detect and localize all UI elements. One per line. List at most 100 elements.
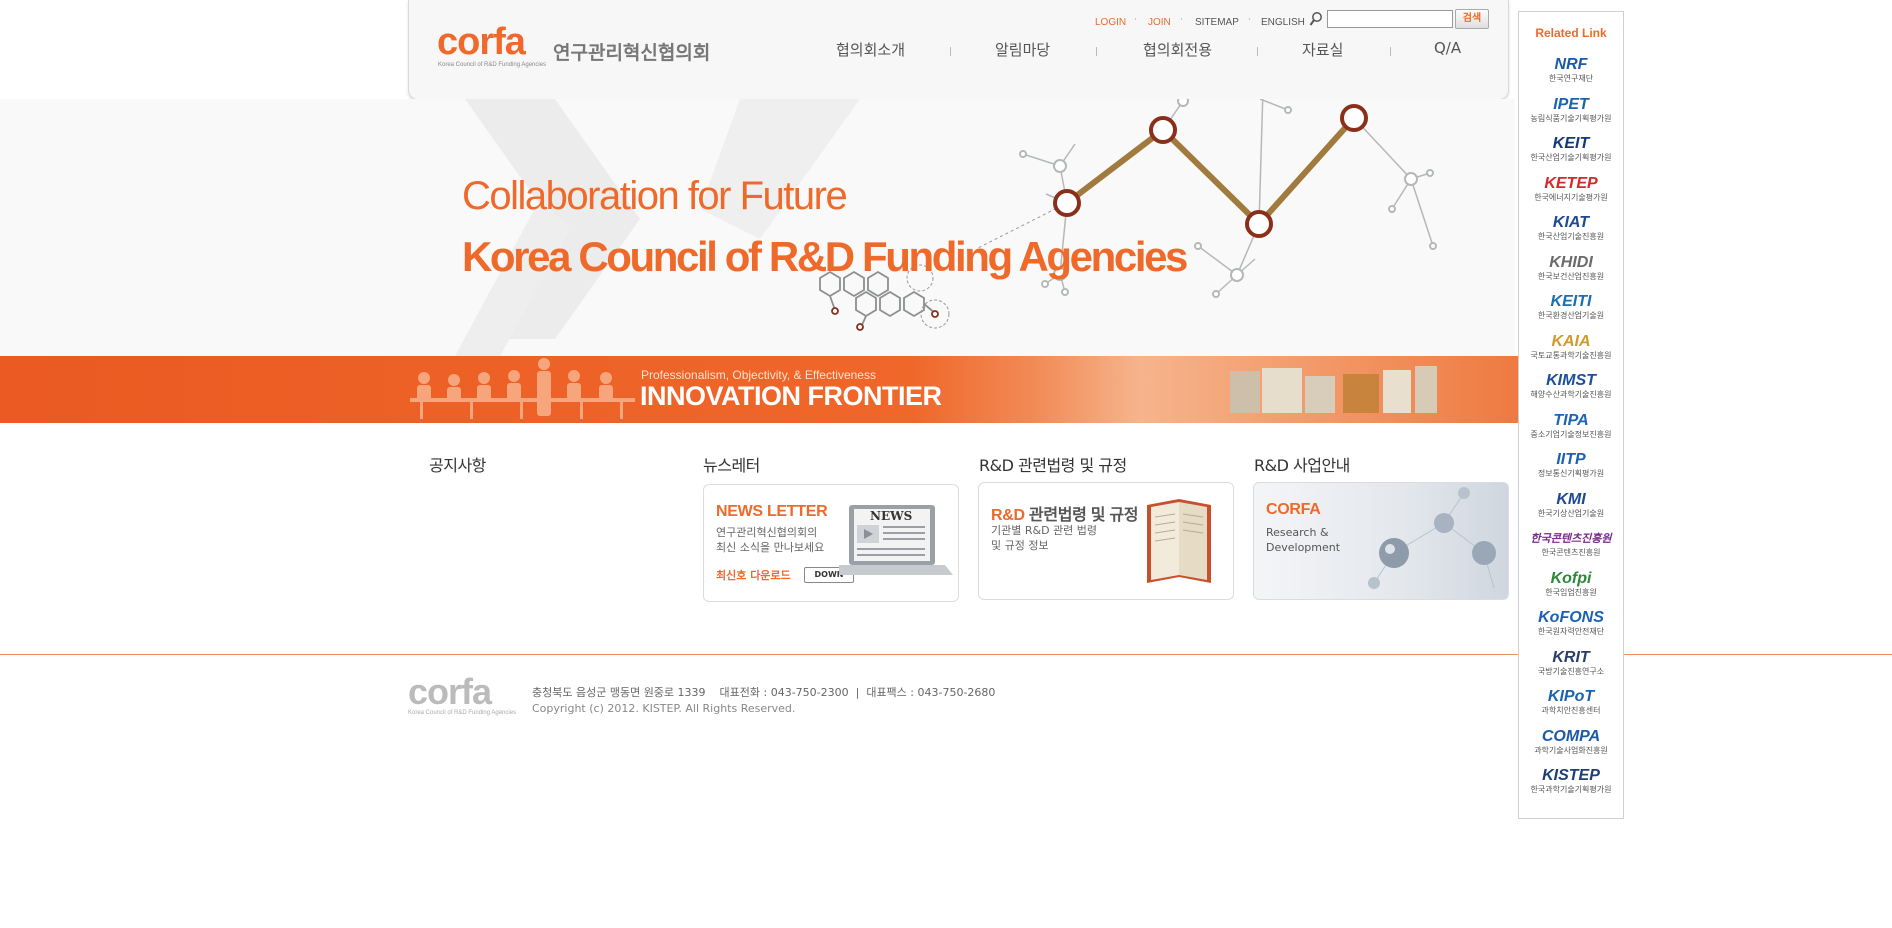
footer-logo: corfa Korea Council of R&D Funding Agenc… (408, 671, 516, 717)
nav-separator (1390, 47, 1391, 56)
hero-banner: Collaboration for Future Korea Council o… (0, 99, 1515, 356)
related-link-8[interactable]: KAIA 국토교통과학기술진흥원 (1519, 333, 1623, 361)
regulations-card-title: R&D 관련법령 및 규정 (991, 501, 1138, 525)
related-link-name: 한국환경산업기술원 (1537, 311, 1605, 320)
related-link-name: 농림식품기술기획평가원 (1530, 113, 1612, 123)
site-logo[interactable]: corfa Korea Council of R&D Funding Agenc… (437, 21, 546, 68)
section-title-newsletter[interactable]: 뉴스레터 (703, 452, 760, 476)
meeting-people-illustration (410, 358, 635, 419)
logo-wordmark: corfa (437, 21, 526, 63)
related-link-6[interactable]: KHIDI 한국보건산업진흥원 (1519, 254, 1623, 282)
related-link-logo: KETEP (1544, 174, 1598, 192)
related-links-panel: Related Link NRF 한국연구재단 IPET 농림식품기술기획평가원 KEI… (1518, 11, 1624, 819)
related-link-7[interactable]: KEITI 한국환경산업기술원 (1519, 293, 1623, 321)
join-link[interactable]: JOIN (1148, 17, 1171, 28)
related-link-name: 과학치안진흥센터 (1541, 706, 1601, 715)
regulations-title-accent: R&D (991, 507, 1025, 524)
search-input[interactable] (1327, 10, 1453, 28)
sitemap-link[interactable]: SITEMAP (1195, 17, 1239, 28)
related-link-name: 한국과학기술기획평가원 (1530, 785, 1612, 794)
newsletter-image-text: NEWS (870, 509, 913, 523)
footer-address: 충청북도 음성군 맹동면 원중로 1339 대표전화 : 043-750-230… (532, 686, 996, 699)
login-link[interactable]: LOGIN (1095, 17, 1126, 28)
related-link-9[interactable]: KIMST 해양수산과학기술진흥원 (1519, 372, 1623, 400)
regulations-card-description: 기관별 R&D 관련 법령 및 규정 정보 (991, 524, 1098, 552)
programs-card-title: CORFA (1266, 501, 1321, 518)
section-title-regulations[interactable]: R&D 관련법령 및 규정 (979, 452, 1127, 476)
nav-item-qa[interactable]: Q/A (1434, 39, 1461, 57)
related-link-4[interactable]: KETEP 한국에너지기술평가원 (1519, 175, 1623, 203)
related-link-19[interactable]: KISTEP 한국과학기술기획평가원 (1519, 767, 1623, 795)
related-link-name: 한국산업기술기획평가원 (1530, 153, 1612, 162)
hero-network-graphic (455, 99, 1437, 356)
related-link-name: 중소기업기술정보진흥원 (1530, 429, 1612, 439)
related-link-logo: KEIT (1552, 135, 1590, 152)
programs-card[interactable]: CORFA Research & Development (1253, 482, 1509, 600)
related-link-name: 과학기술사업화진흥원 (1534, 745, 1608, 755)
cube-blocks-illustration (1230, 366, 1437, 413)
related-link-17[interactable]: KIPoT 과학치안진흥센터 (1519, 688, 1623, 716)
section-title-programs[interactable]: R&D 사업안내 (1254, 452, 1350, 476)
related-link-name: 한국콘텐츠진흥원 (1541, 548, 1601, 557)
related-link-name: 해양수산과학기술진흥원 (1530, 390, 1612, 399)
related-link-logo: KIPoT (1547, 688, 1595, 705)
related-link-logo: IPET (1553, 95, 1589, 113)
related-link-name: 한국보건산업진흥원 (1537, 271, 1605, 281)
related-link-logo: KIMST (1546, 372, 1596, 389)
util-separator: · (1248, 15, 1251, 25)
related-link-logo: KAIA (1551, 332, 1591, 350)
newsletter-card[interactable]: NEWS LETTER 연구관리혁신협의회의 최신 소식을 만나보세요 최신호 … (703, 484, 959, 602)
regulations-card[interactable]: R&D 관련법령 및 규정 기관별 R&D 관련 법령 및 규정 정보 (978, 482, 1234, 600)
related-link-15[interactable]: KoFONS 한국원자력안전재단 (1519, 609, 1623, 637)
related-link-logo: IITP (1556, 451, 1586, 468)
related-link-name: 국방기술진흥연구소 (1537, 666, 1605, 676)
nav-item-archive[interactable]: 자료실 (1302, 39, 1343, 60)
nav-separator (1096, 47, 1097, 56)
related-link-13[interactable]: 한국콘텐츠진흥원 한국콘텐츠진흥원 (1519, 530, 1623, 558)
molecule-spheres-illustration (1368, 487, 1496, 589)
related-link-name: 정보통신기획평가원 (1537, 469, 1605, 478)
related-link-18[interactable]: COMPA 과학기술사업화진흥원 (1519, 728, 1623, 756)
related-link-logo: Kofpi (1550, 569, 1592, 587)
newsletter-download-label: 최신호 다운로드 (716, 569, 791, 582)
nav-separator (950, 47, 951, 56)
related-link-name: 국토교통과학기술진흥원 (1530, 350, 1612, 360)
related-link-logo: 한국콘텐츠진흥원 (1530, 533, 1612, 545)
english-link[interactable]: ENGLISH (1261, 17, 1305, 28)
related-link-1[interactable]: NRF 한국연구재단 (1519, 56, 1623, 84)
search-button[interactable]: 검색 (1455, 9, 1489, 29)
related-link-logo: KHIDI (1549, 253, 1593, 271)
hero-headline-line2: Korea Council of R&D Funding Agencies (462, 233, 1188, 280)
related-link-10[interactable]: TIPA 중소기업기술정보진흥원 (1519, 412, 1623, 440)
related-link-logo: COMPA (1541, 727, 1601, 745)
util-separator: · (1180, 15, 1183, 25)
related-link-3[interactable]: KEIT 한국산업기술기획평가원 (1519, 135, 1623, 163)
section-title-notice[interactable]: 공지사항 (429, 452, 486, 476)
nav-item-notice[interactable]: 알림마당 (995, 39, 1050, 60)
hero-headline-line1: Collaboration for Future (462, 174, 848, 218)
footer-copyright: Copyright (c) 2012. KISTEP. All Rights R… (532, 702, 796, 715)
band-headline: INNOVATION FRONTIER (640, 381, 942, 411)
related-link-name: 한국에너지기술평가원 (1534, 192, 1608, 202)
related-link-name: 한국원자력안전재단 (1537, 627, 1605, 636)
footer-logo-wordmark: corfa (408, 671, 492, 712)
programs-card-description: Research & Development (1266, 526, 1341, 554)
regulations-title-rest: 관련법령 및 규정 (1028, 507, 1139, 524)
related-link-16[interactable]: KRIT 국방기술진흥연구소 (1519, 649, 1623, 677)
related-link-name: 한국기상산업기술원 (1537, 508, 1605, 518)
search-icon (1309, 11, 1323, 31)
related-link-logo: NRF (1554, 56, 1588, 73)
related-link-2[interactable]: IPET 농림식품기술기획평가원 (1519, 96, 1623, 124)
related-link-11[interactable]: IITP 정보통신기획평가원 (1519, 451, 1623, 479)
band-tagline: Professionalism, Objectivity, & Effectiv… (641, 368, 876, 382)
related-link-name: 한국임업진흥원 (1545, 587, 1597, 597)
related-link-12[interactable]: KMI 한국기상산업기술원 (1519, 491, 1623, 519)
nav-item-about[interactable]: 협의회소개 (836, 39, 905, 60)
related-link-logo: KMI (1556, 490, 1586, 508)
related-link-14[interactable]: Kofpi 한국임업진흥원 (1519, 570, 1623, 598)
innovation-band: Professionalism, Objectivity, & Effectiv… (0, 356, 1520, 423)
site-header: corfa Korea Council of R&D Funding Agenc… (408, 0, 1509, 100)
nav-item-members[interactable]: 협의회전용 (1143, 39, 1212, 60)
util-separator: · (1134, 15, 1137, 25)
related-link-5[interactable]: KIAT 한국산업기술진흥원 (1519, 214, 1623, 242)
